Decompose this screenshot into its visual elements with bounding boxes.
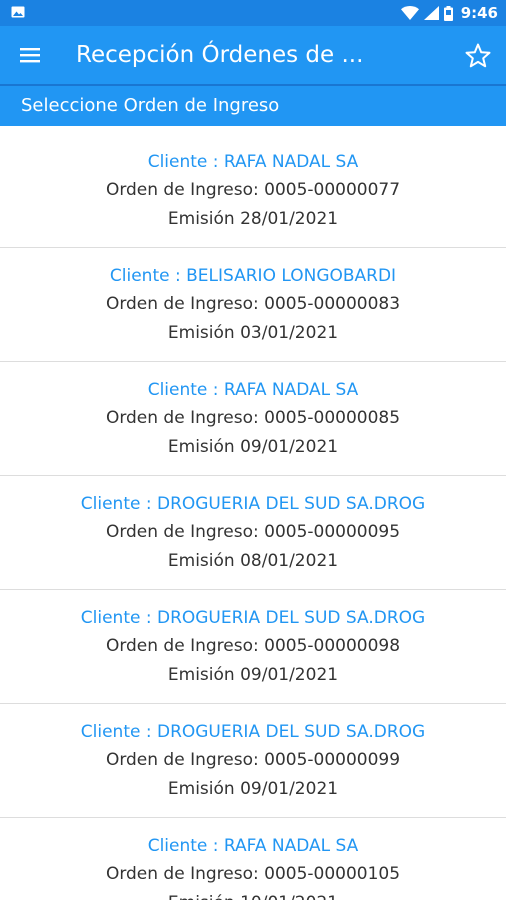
status-time: 9:46: [460, 4, 498, 22]
emission-date: Emisión 03/01/2021: [167, 323, 339, 343]
list-item[interactable]: Cliente : DROGUERIA DEL SUD SA.DROG Orde…: [0, 476, 506, 590]
list-item[interactable]: Cliente : BELISARIO LONGOBARDI Orden de …: [0, 248, 506, 362]
order-number: Orden de Ingreso: 0005-00000099: [105, 750, 401, 770]
emission-date: Emisión 09/01/2021: [167, 665, 339, 685]
list-item[interactable]: Cliente : RAFA NADAL SA Orden de Ingreso…: [0, 818, 506, 900]
order-number: Orden de Ingreso: 0005-00000085: [105, 408, 401, 428]
emission-date: Emisión 10/01/2021: [0, 889, 506, 900]
client-name: Cliente : DROGUERIA DEL SUD SA.DROG: [80, 608, 426, 628]
status-bar: 9:46: [0, 0, 506, 26]
emission-date: Emisión 09/01/2021: [167, 779, 339, 799]
order-number: Orden de Ingreso: 0005-00000098: [105, 636, 401, 656]
emission-date: Emisión 28/01/2021: [167, 209, 339, 229]
gallery-icon: [11, 6, 25, 18]
list-item[interactable]: Cliente : DROGUERIA DEL SUD SA.DROG Orde…: [0, 704, 506, 818]
status-icons: 9:46: [400, 0, 498, 26]
order-number: Orden de Ingreso: 0005-00000105: [105, 864, 401, 884]
list-item[interactable]: Cliente : DROGUERIA DEL SUD SA.DROG Orde…: [0, 590, 506, 704]
client-name: Cliente : DROGUERIA DEL SUD SA.DROG: [80, 722, 426, 742]
menu-icon: [20, 48, 40, 63]
list-item[interactable]: Cliente : RAFA NADAL SA Orden de Ingreso…: [0, 134, 506, 248]
client-name: Cliente : RAFA NADAL SA: [147, 836, 359, 856]
orders-list[interactable]: Cliente : RAFA NADAL SA Orden de Ingreso…: [0, 134, 506, 900]
client-name: Cliente : RAFA NADAL SA: [147, 152, 359, 172]
list-item[interactable]: Cliente : RAFA NADAL SA Orden de Ingreso…: [0, 362, 506, 476]
client-name: Cliente : RAFA NADAL SA: [147, 380, 359, 400]
section-header: Seleccione Orden de Ingreso: [0, 84, 506, 126]
signal-icon: [423, 6, 439, 20]
favorite-button[interactable]: [458, 35, 498, 75]
client-name: Cliente : BELISARIO LONGOBARDI: [109, 266, 397, 286]
app-title: Recepción Órdenes de ...: [76, 42, 364, 68]
menu-button[interactable]: [10, 35, 50, 75]
order-number: Orden de Ingreso: 0005-00000083: [105, 294, 401, 314]
order-number: Orden de Ingreso: 0005-00000077: [105, 180, 401, 200]
star-outline-icon: [465, 43, 491, 67]
client-name: Cliente : DROGUERIA DEL SUD SA.DROG: [80, 494, 426, 514]
battery-icon: [443, 5, 453, 21]
emission-date: Emisión 08/01/2021: [167, 551, 339, 571]
order-number: Orden de Ingreso: 0005-00000095: [105, 522, 401, 542]
screen: 9:46 Recepción Órdenes de ... Seleccione…: [0, 0, 506, 900]
wifi-icon: [400, 6, 419, 20]
emission-date: Emisión 09/01/2021: [167, 437, 339, 457]
app-bar: Recepción Órdenes de ...: [0, 26, 506, 84]
